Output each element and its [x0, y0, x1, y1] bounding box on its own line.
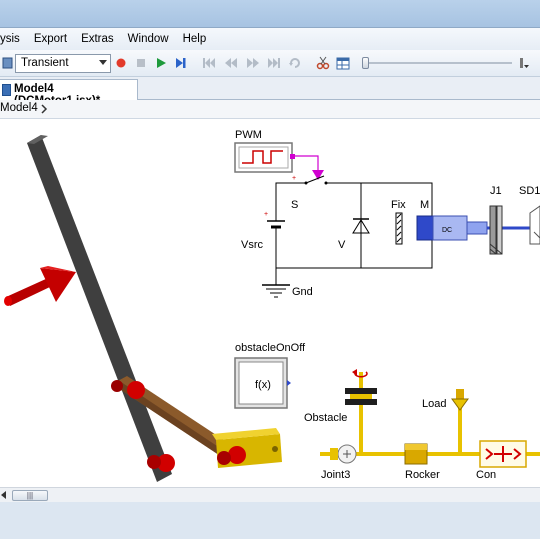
document-icon: [2, 84, 11, 96]
time-slider[interactable]: [362, 57, 512, 69]
mechanism-3d-view: [4, 135, 282, 482]
play-icon[interactable]: [153, 55, 169, 71]
pwm-block[interactable]: [234, 142, 295, 173]
loop-icon[interactable]: [287, 55, 303, 71]
stop-icon[interactable]: [133, 55, 149, 71]
pwm-label: PWM: [235, 129, 262, 141]
sd1-label: SD1: [519, 185, 540, 197]
con-block[interactable]: [479, 440, 527, 468]
toolbar: Transient: [0, 50, 540, 77]
motor-body-label: DC: [442, 227, 452, 234]
function-label: f(x): [255, 379, 271, 391]
menu-bar: ysis Export Extras Window Help: [0, 28, 540, 50]
obstacle-label: Obstacle: [304, 412, 347, 424]
analysis-mode-select[interactable]: Transient: [15, 54, 111, 73]
menu-help[interactable]: Help: [176, 33, 214, 45]
voltage-source[interactable]: [267, 210, 285, 240]
rotation-arrow-icon: [352, 369, 357, 376]
bolt: [272, 446, 278, 452]
joint1-label: J1: [490, 185, 502, 197]
table-icon[interactable]: [335, 55, 351, 71]
pin: [127, 381, 145, 399]
model-canvas[interactable]: PWM + S + Vsrc V Gnd Fix M DC J1 SD1 obs…: [0, 119, 540, 487]
horizontal-scrollbar[interactable]: |||: [0, 487, 540, 502]
load-label: Load: [422, 398, 446, 410]
status-area: [0, 502, 540, 539]
fix-block[interactable]: [395, 212, 403, 245]
ground-label: Gnd: [292, 286, 313, 298]
obstacle-block-label: obstacleOnOff: [235, 342, 306, 354]
joint3-label: Joint3: [321, 469, 350, 481]
pin: [147, 455, 161, 469]
source-label: Vsrc: [241, 239, 264, 251]
rewind-start-icon[interactable]: [201, 55, 217, 71]
chevron-right-icon[interactable]: [40, 103, 48, 118]
chevron-down-icon: [99, 60, 107, 65]
switch-s[interactable]: [304, 175, 328, 185]
source-plus: +: [264, 211, 268, 218]
scissors-icon[interactable]: [315, 55, 331, 71]
load-arrow[interactable]: [451, 389, 469, 411]
con-label: Con: [476, 469, 496, 481]
sd1-block[interactable]: [529, 205, 540, 245]
forward-end-icon[interactable]: [266, 55, 282, 71]
breadcrumb-item[interactable]: Model4: [0, 102, 38, 114]
tool-icon[interactable]: [0, 55, 16, 71]
menu-window[interactable]: Window: [121, 33, 176, 45]
menu-export[interactable]: Export: [27, 33, 74, 45]
step-forward-icon[interactable]: [173, 55, 189, 71]
record-icon[interactable]: [113, 55, 129, 71]
breadcrumb: Model4: [0, 100, 540, 119]
pwm-wire: [295, 155, 319, 170]
obstacle-damper[interactable]: [345, 388, 377, 405]
ground-symbol[interactable]: [262, 284, 290, 298]
rewind-icon[interactable]: [223, 55, 239, 71]
toolbar-overflow-icon[interactable]: [516, 55, 532, 71]
tab-model4[interactable]: Model4 (DCMotor1.isx)*: [0, 79, 138, 107]
joint3[interactable]: [330, 444, 357, 464]
schematic-diagram: PWM + S + Vsrc V Gnd Fix M DC J1 SD1 obs…: [4, 129, 540, 482]
slider-thumb[interactable]: [362, 57, 369, 69]
scrollbar-thumb[interactable]: |||: [12, 490, 48, 501]
fast-forward-icon[interactable]: [245, 55, 261, 71]
fix-label: Fix: [391, 199, 406, 211]
joint-j1[interactable]: [489, 205, 503, 255]
pin: [111, 380, 123, 392]
menu-extras[interactable]: Extras: [74, 33, 121, 45]
motor-label: M: [420, 199, 429, 211]
beam-link: [27, 135, 172, 482]
menu-analysis[interactable]: ysis: [0, 33, 27, 45]
pin: [217, 451, 231, 465]
voltmeter-label: V: [338, 239, 346, 251]
force-arrow: [4, 266, 76, 306]
analysis-mode-value: Transient: [21, 57, 69, 69]
pin: [228, 446, 246, 464]
rocker-label: Rocker: [405, 469, 440, 481]
circuit-wires: [275, 182, 433, 285]
rocker-block[interactable]: [404, 443, 428, 465]
window-title-bar: [0, 0, 540, 28]
document-tab-bar: Model4 (DCMotor1.isx)*: [0, 77, 540, 107]
switch-label: S: [291, 199, 298, 211]
switch-plus: +: [292, 175, 296, 182]
